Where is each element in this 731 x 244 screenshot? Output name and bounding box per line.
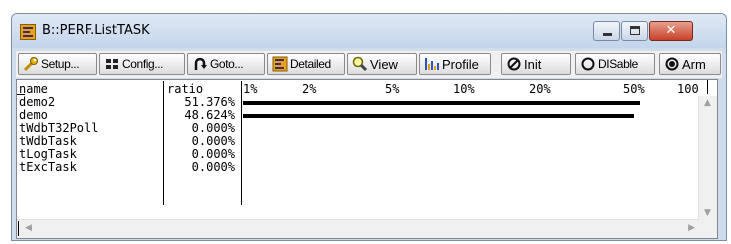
- minimize-icon: [603, 33, 612, 36]
- histogram-icon: [425, 58, 439, 70]
- task-name: tExcTask: [19, 160, 77, 174]
- goto-button[interactable]: Goto...: [187, 53, 265, 75]
- task-row[interactable]: tExcTask 0.000%: [17, 161, 697, 174]
- init-button[interactable]: Init: [501, 53, 571, 75]
- scale-end-marker: [707, 80, 708, 94]
- title-bar[interactable]: B::PERF.ListTASK ✕: [12, 14, 726, 48]
- detailed-button[interactable]: Detailed: [267, 53, 345, 75]
- detailed-icon: [272, 56, 288, 72]
- view-button[interactable]: View: [347, 53, 417, 75]
- init-label: Init: [524, 57, 542, 72]
- view-label: View: [370, 57, 398, 72]
- task-row[interactable]: tLogTask 0.000%: [17, 148, 697, 161]
- profile-label: Profile: [442, 57, 479, 72]
- wrench-icon: [23, 57, 38, 72]
- scale-label: 20%: [529, 82, 551, 96]
- disable-label: DISable: [598, 57, 638, 71]
- task-row[interactable]: demo2 51.376%: [17, 96, 697, 109]
- scale-label: 2%: [302, 82, 317, 96]
- arm-icon: [665, 57, 679, 71]
- maximize-button[interactable]: [621, 21, 648, 41]
- window-title: B::PERF.ListTASK: [42, 23, 150, 38]
- horizontal-scrollbar[interactable]: ◀ ▶: [17, 219, 699, 238]
- scroll-down-icon[interactable]: ▼: [704, 208, 711, 218]
- task-row[interactable]: tWdbTask 0.000%: [17, 135, 697, 148]
- setup-label: Setup...: [41, 57, 80, 71]
- task-ratio: 0.000%: [191, 160, 235, 174]
- ratio-bar: [243, 101, 640, 105]
- maximize-icon: [630, 26, 640, 35]
- task-row[interactable]: tWdbT32Poll 0.000%: [17, 122, 697, 135]
- app-icon: [20, 24, 36, 40]
- scroll-left-icon[interactable]: ◀: [25, 223, 32, 233]
- vertical-scrollbar[interactable]: ▲ ▼: [698, 96, 717, 220]
- goto-label: Goto...: [210, 57, 244, 71]
- profile-button[interactable]: Profile: [419, 53, 491, 75]
- task-list-panel: name ratio 1% 2% 5% 10% 20% 50% 100 demo2 51.37…: [16, 79, 718, 239]
- arm-button[interactable]: Arm: [659, 53, 721, 75]
- perf-listtask-window: B::PERF.ListTASK ✕ Setup... Config... Go…: [11, 13, 727, 241]
- scale-label: 5%: [385, 82, 400, 96]
- minimize-button[interactable]: [593, 21, 620, 41]
- arm-label: Arm: [682, 57, 706, 72]
- config-label: Config...: [122, 57, 164, 71]
- setup-button[interactable]: Setup...: [18, 53, 97, 75]
- scale-label: 10%: [453, 82, 475, 96]
- config-button[interactable]: Config...: [99, 53, 185, 75]
- toolbar: Setup... Config... Goto... Detailed View…: [16, 51, 722, 78]
- disable-button[interactable]: DISable: [575, 53, 655, 75]
- scale-label: 1%: [243, 82, 258, 96]
- scroll-thumb[interactable]: [18, 221, 19, 236]
- header-ratio: ratio: [167, 82, 204, 96]
- goto-arrow-icon: [194, 57, 207, 70]
- scale-label: 100: [677, 82, 699, 96]
- scroll-up-icon[interactable]: ▲: [704, 98, 711, 108]
- scale-label: 50%: [623, 82, 645, 96]
- detailed-label: Detailed: [290, 57, 331, 71]
- task-row[interactable]: demo 48.624%: [17, 109, 697, 122]
- resize-grip[interactable]: [699, 220, 717, 238]
- init-icon: [507, 57, 521, 71]
- disable-icon: [581, 57, 595, 71]
- scroll-right-icon[interactable]: ▶: [688, 223, 695, 233]
- close-button[interactable]: ✕: [649, 21, 693, 41]
- config-icon: [106, 59, 118, 69]
- ratio-bar: [243, 114, 635, 118]
- magnifier-icon: [352, 56, 368, 72]
- close-icon: ✕: [665, 23, 677, 38]
